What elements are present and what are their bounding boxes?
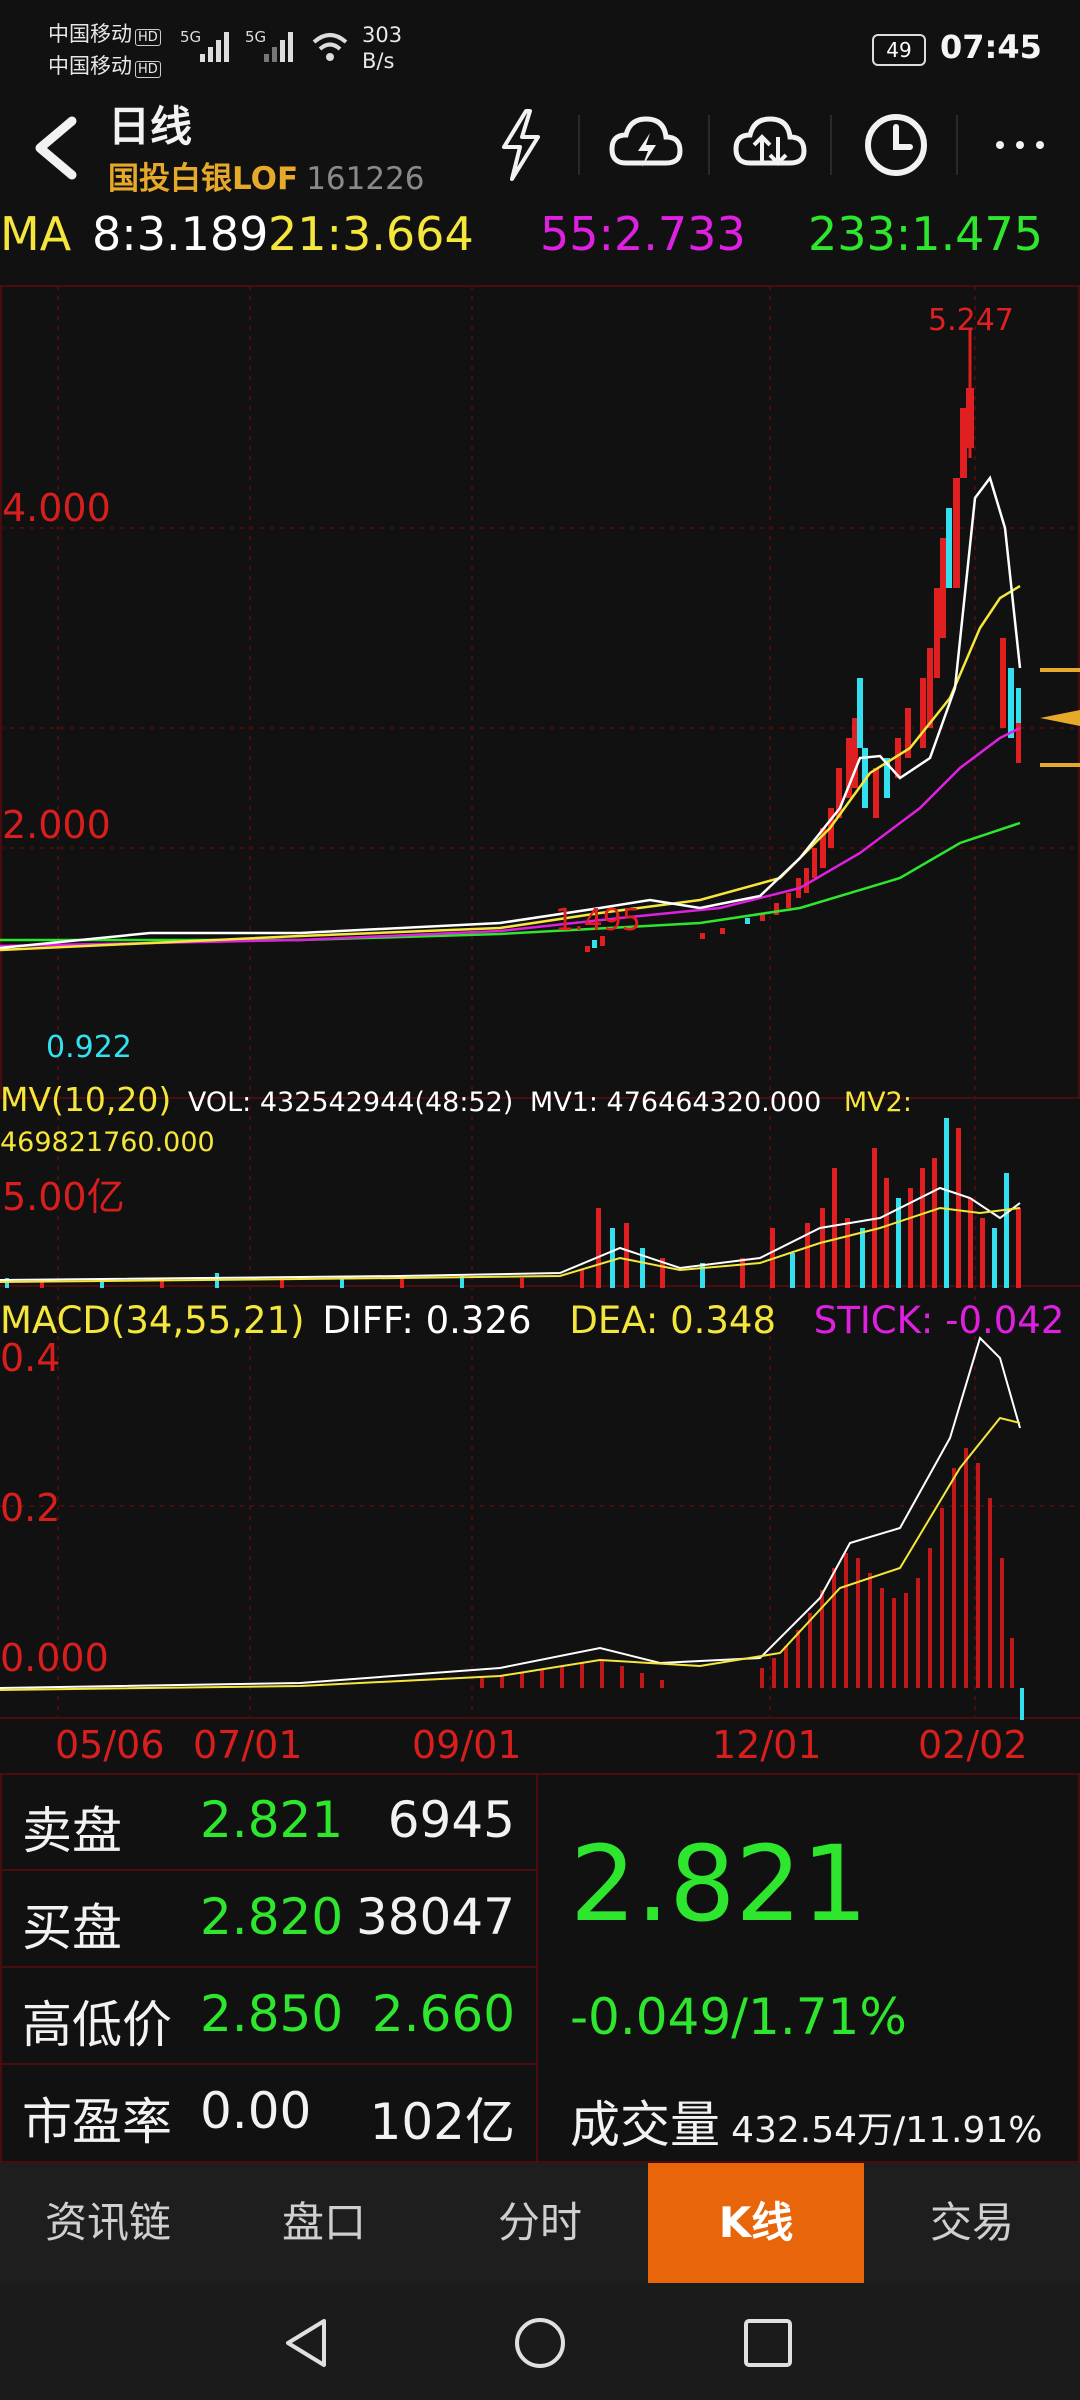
battery-icon: 49: [872, 34, 926, 66]
tab-intraday[interactable]: 分时: [432, 2163, 648, 2283]
app-header: 日线 国投白银LOF 161226: [0, 85, 1080, 210]
tab-news[interactable]: 资讯链: [0, 2163, 216, 2283]
turnover-value: 432.54万/11.91%: [731, 2110, 1043, 2151]
bottom-tab-bar: 资讯链 盘口 分时 K线 交易: [0, 2163, 1080, 2283]
macd-lines: [0, 1336, 1021, 1691]
candlesticks: [585, 328, 1021, 952]
x-label-0701: 07/01: [193, 1723, 303, 1767]
sell-price: 2.821: [200, 1791, 344, 1849]
macd-diff: DIFF: 0.326: [322, 1299, 532, 1342]
macd-y-0.4: 0.4: [0, 1336, 61, 1380]
macd-y-0.2: 0.2: [0, 1486, 61, 1530]
back-arrow-icon[interactable]: [26, 113, 82, 183]
clock-icon[interactable]: [858, 107, 934, 183]
nav-home-icon[interactable]: [512, 2315, 568, 2371]
cloud-lightning-icon[interactable]: [608, 107, 684, 183]
high-label: 5.247: [928, 303, 1014, 338]
mid-label: 1.495: [555, 903, 641, 938]
pe-value: 0.00: [200, 2082, 312, 2140]
tab-kline[interactable]: K线: [648, 2163, 864, 2283]
mv1-value: MV1: 476464320.000: [529, 1087, 822, 1118]
low-label: 0.922: [46, 1030, 132, 1065]
nav-back-icon[interactable]: [280, 2315, 336, 2371]
mv-label: MV(10,20): [0, 1080, 172, 1119]
net-speed: 303 B/s: [362, 23, 403, 73]
turnover-label: 成交量: [570, 2096, 720, 2154]
macd-histogram: [480, 1448, 1024, 1720]
clock: 07:45: [940, 28, 1042, 66]
price-change: -0.049/1.71%: [570, 1988, 907, 2046]
ma8-value: 8:3.189: [92, 207, 269, 261]
chart-area[interactable]: 4.000 2.000 5.247 1.495 0.922 MV(10,20) …: [0, 268, 1080, 1773]
volume-legend: MV(10,20) VOL: 432542944(48:52) MV1: 476…: [0, 1080, 1080, 1163]
y-label-4: 4.000: [2, 486, 111, 530]
ma233-value: 233:1.475: [808, 207, 1043, 261]
wifi-icon: [312, 33, 348, 61]
buy-qty: 38047: [355, 1888, 515, 1946]
ma8-line: [0, 475, 1022, 950]
signal-icon-2: [264, 32, 293, 62]
range-label: 高低价: [22, 1996, 172, 2054]
ma55-value: 55:2.733: [540, 207, 746, 261]
macd-stick: STICK: -0.042: [813, 1299, 1065, 1342]
ma-lines: [0, 475, 1022, 952]
tab-trade[interactable]: 交易: [864, 2163, 1080, 2283]
quote-panel: 卖盘 2.821 6945 买盘 2.820 38047 高低价 2.850 2…: [0, 1773, 1080, 2163]
tab-orderbook[interactable]: 盘口: [216, 2163, 432, 2283]
volume-ma-lines: [0, 1186, 1021, 1283]
nav-recent-icon[interactable]: [742, 2317, 794, 2369]
pe-label: 市盈率: [22, 2093, 172, 2151]
sell-label: 卖盘: [22, 1802, 122, 1860]
macd-dea: DEA: 0.348: [569, 1299, 777, 1342]
sell-row: 卖盘 2.821 6945: [0, 1773, 535, 1869]
x-label-0901: 09/01: [412, 1723, 522, 1767]
range-high: 2.850: [200, 1985, 344, 2043]
pe-row: 市盈率 0.00 102亿: [0, 2064, 535, 2160]
chart-grid: [0, 285, 1080, 1719]
signal-icon: [200, 32, 229, 62]
carrier-1: 中国移动 HD: [48, 18, 161, 48]
volume-y-label: 5.00亿: [2, 1175, 125, 1219]
y-label-2: 2.000: [2, 803, 111, 847]
carrier-2: 中国移动 HD: [48, 50, 161, 80]
more-icon[interactable]: [990, 107, 1050, 183]
status-bar: 中国移动 HD 中国移动 HD 5G 5G 303 B/s 49 07:45: [0, 0, 1080, 85]
range-low: 2.660: [371, 1985, 515, 2043]
lightning-icon[interactable]: [492, 107, 548, 183]
cloud-sync-icon[interactable]: [732, 107, 808, 183]
system-nav-bar: [0, 2283, 1080, 2400]
macd-legend: MACD(34,55,21) DIFF: 0.326 DEA: 0.348 ST…: [0, 1298, 1080, 1344]
buy-row: 买盘 2.820 38047: [0, 1870, 535, 1966]
ma21-value: 21:3.664: [268, 207, 474, 261]
header-divider: [578, 115, 580, 175]
ma-legend: MA 8:3.189 21:3.664 55:2.733 233:1.475: [0, 204, 1080, 264]
stock-code: 161226: [306, 161, 425, 197]
market-cap: 102亿: [369, 2093, 515, 2151]
ma-label: MA: [0, 207, 72, 261]
page-title: 日线: [108, 102, 193, 151]
macd-y-0: 0.000: [0, 1636, 109, 1680]
header-divider: [956, 115, 958, 175]
turnover: 成交量 432.54万/11.91%: [570, 2085, 1042, 2157]
buy-price: 2.820: [200, 1888, 344, 1946]
sell-qty: 6945: [387, 1791, 515, 1849]
last-price: 2.821: [570, 1823, 868, 1945]
x-label-0506: 05/06: [55, 1723, 165, 1767]
header-divider: [708, 115, 710, 175]
x-label-1201: 12/01: [712, 1723, 822, 1767]
stock-name: 国投白银LOF 161226: [108, 161, 425, 197]
buy-label: 买盘: [22, 1899, 122, 1957]
range-row: 高低价 2.850 2.660: [0, 1967, 535, 2063]
kline-chart-svg: [0, 285, 1080, 1720]
header-divider: [830, 115, 832, 175]
x-label-0202: 02/02: [918, 1723, 1028, 1767]
vol-value: VOL: 432542944(48:52): [187, 1087, 514, 1118]
